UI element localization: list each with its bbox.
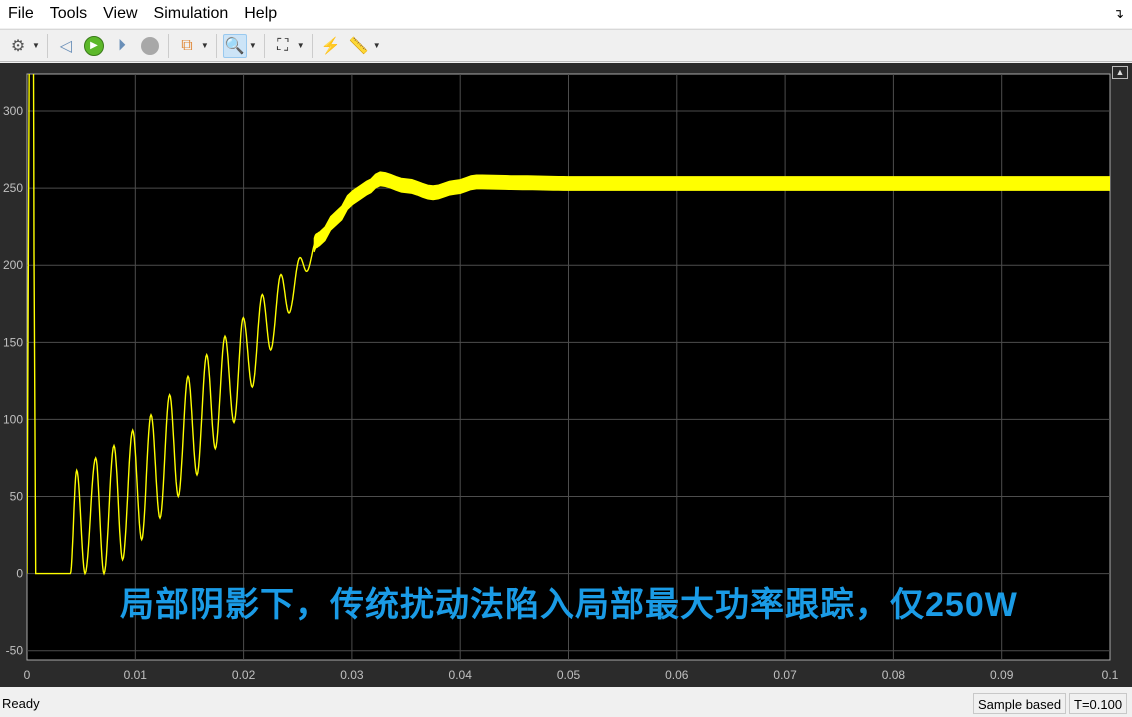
y-tick-label: 200 [3, 258, 23, 272]
y-tick-label: 150 [3, 335, 23, 349]
x-tick-label: 0.07 [773, 668, 797, 682]
x-tick-label: 0.1 [1102, 668, 1119, 682]
x-tick-label: 0.05 [557, 668, 581, 682]
sample-mode: Sample based [973, 693, 1067, 714]
x-tick-label: 0.06 [665, 668, 689, 682]
status-text: Ready [2, 696, 40, 711]
x-tick-label: 0.09 [990, 668, 1014, 682]
simulation-time: T=0.100 [1069, 693, 1128, 714]
y-tick-label: 250 [3, 181, 23, 195]
annotation-text: 局部阴影下，传统扰动法陷入局部最大功率跟踪，仅250W [120, 586, 1018, 624]
x-tick-label: 0.08 [882, 668, 906, 682]
y-tick-label: -50 [6, 644, 24, 658]
expand-icon[interactable]: ▲ [1112, 66, 1128, 79]
y-tick-label: 50 [10, 490, 24, 504]
y-tick-label: 0 [16, 567, 23, 581]
x-tick-label: 0.04 [449, 668, 473, 682]
y-tick-label: 100 [3, 412, 23, 426]
status-bar: Ready Sample based T=0.100 [0, 688, 1132, 717]
y-tick-label: 300 [3, 104, 23, 118]
x-tick-label: 0 [24, 668, 31, 682]
x-tick-label: 0.02 [232, 668, 256, 682]
x-tick-label: 0.01 [124, 668, 148, 682]
x-tick-label: 0.03 [340, 668, 364, 682]
